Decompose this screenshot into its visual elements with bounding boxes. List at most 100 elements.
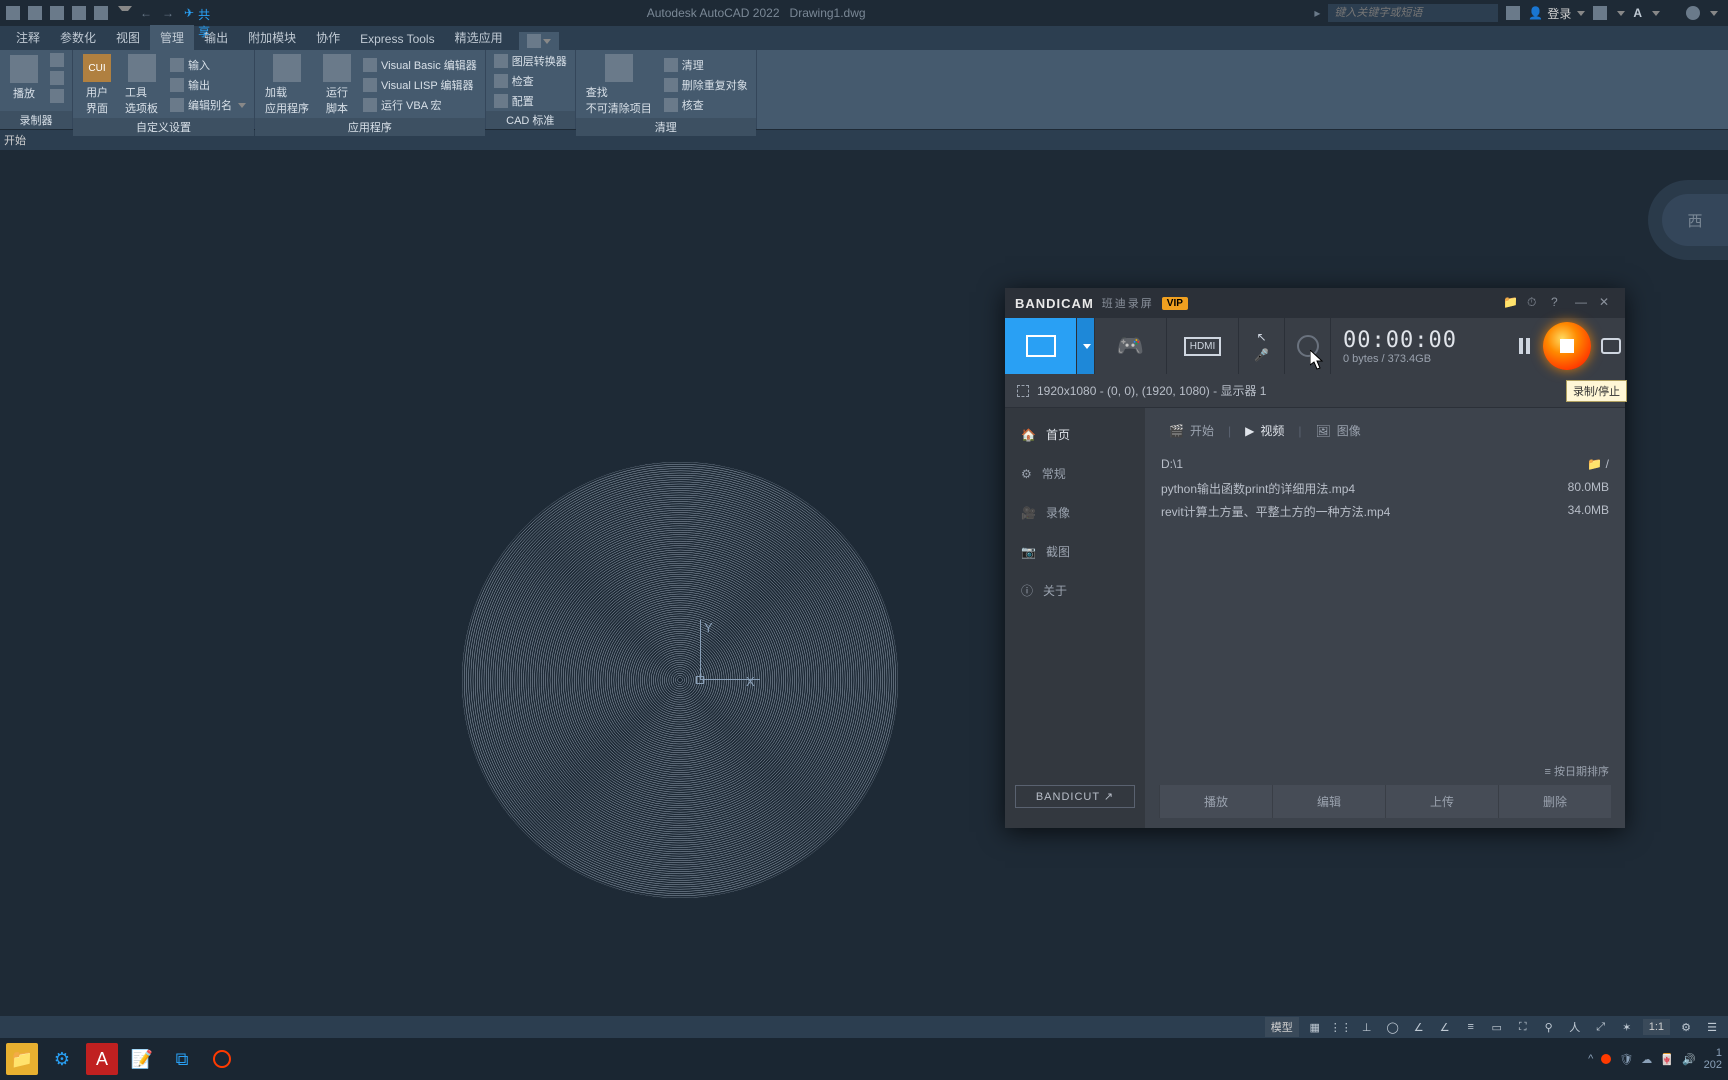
loadapp-button[interactable]: 加载 应用程序: [261, 52, 313, 118]
tab-output[interactable]: 输出: [194, 25, 238, 50]
game-mode-button[interactable]: 🎮: [1095, 318, 1167, 374]
record-button[interactable]: [1543, 322, 1591, 370]
alias-button[interactable]: 编辑别名: [168, 96, 248, 114]
purge-button[interactable]: 清理: [662, 56, 750, 74]
otrack-icon[interactable]: ∠: [1435, 1018, 1455, 1036]
autocad-taskbar-icon[interactable]: A: [86, 1043, 118, 1075]
tab-addins[interactable]: 附加模块: [238, 25, 306, 50]
note-icon[interactable]: 📝: [126, 1043, 158, 1075]
toolpalette-button[interactable]: 工具 选项板: [121, 52, 162, 118]
osnap-icon[interactable]: ∠: [1409, 1018, 1429, 1036]
sidebar-home[interactable]: 🏠首页: [1005, 418, 1145, 451]
qat-dropdown-icon[interactable]: [118, 6, 132, 20]
grid-icon[interactable]: ▦: [1305, 1018, 1325, 1036]
sidebar-general[interactable]: ⚙常规: [1005, 457, 1145, 490]
play-button[interactable]: 播放: [6, 53, 42, 103]
config-button[interactable]: 配置: [492, 92, 569, 110]
open-folder-button[interactable]: 📁 /: [1587, 457, 1609, 471]
lineweight-icon[interactable]: ≡: [1461, 1018, 1481, 1036]
tray-clock[interactable]: 1202: [1704, 1047, 1722, 1071]
scale-display[interactable]: 1:1: [1643, 1019, 1670, 1035]
screen-mode-dropdown[interactable]: [1077, 318, 1095, 374]
rec-opt2[interactable]: [48, 70, 66, 86]
screen-mode-button[interactable]: [1005, 318, 1077, 374]
tab-express[interactable]: Express Tools: [350, 28, 444, 50]
status-model[interactable]: 模型: [1265, 1017, 1299, 1037]
cart-icon[interactable]: [1593, 6, 1607, 20]
plot-icon[interactable]: [72, 6, 86, 20]
view-cube[interactable]: 西: [1648, 180, 1728, 260]
sidebar-about[interactable]: ⓘ关于: [1005, 574, 1145, 607]
tray-volume-icon[interactable]: 🔊: [1682, 1053, 1696, 1066]
sidebar-screenshot[interactable]: 📷截图: [1005, 535, 1145, 568]
cui-button[interactable]: CUI用户 界面: [79, 52, 115, 118]
redo-icon[interactable]: →: [162, 6, 176, 20]
main-tab-start[interactable]: 🎬开始: [1159, 418, 1224, 443]
tray-rec-icon[interactable]: [1601, 1054, 1611, 1064]
doc-tab-start[interactable]: 开始: [4, 132, 26, 148]
overkill-button[interactable]: 删除重复对象: [662, 76, 750, 94]
file-row[interactable]: python输出函数print的详细用法.mp4 80.0MB: [1159, 477, 1611, 500]
tray-shield-icon[interactable]: 🛡: [1619, 1053, 1633, 1066]
vbaeditor-button[interactable]: Visual Basic 编辑器: [361, 56, 479, 74]
runscript-button[interactable]: 运行 脚本: [319, 52, 355, 118]
file-row[interactable]: revit计算土方量、平整土方的一种方法.mp4 34.0MB: [1159, 500, 1611, 523]
sidebar-video[interactable]: 🎥录像: [1005, 496, 1145, 529]
vscode-icon[interactable]: ⧉: [166, 1043, 198, 1075]
tab-parametric[interactable]: 参数化: [50, 25, 106, 50]
search-icon[interactable]: [1506, 6, 1520, 20]
device-mode-button[interactable]: HDMI: [1167, 318, 1239, 374]
sc-icon[interactable]: ⛶: [1513, 1018, 1533, 1036]
autoscale-icon[interactable]: ⤢: [1591, 1018, 1611, 1036]
save-as-icon[interactable]: [28, 6, 42, 20]
import-button[interactable]: 输入: [168, 56, 248, 74]
transparency-icon[interactable]: ▭: [1487, 1018, 1507, 1036]
ortho-icon[interactable]: ⊥: [1357, 1018, 1377, 1036]
tab-manage[interactable]: 管理: [150, 25, 194, 50]
explorer-icon[interactable]: 📁: [6, 1043, 38, 1075]
autodesk-app-icon[interactable]: A: [1633, 6, 1642, 20]
check-button[interactable]: 检查: [492, 72, 569, 90]
help-icon[interactable]: [1686, 6, 1700, 20]
tray-up-icon[interactable]: ^: [1588, 1053, 1593, 1065]
login-button[interactable]: 👤 登录: [1528, 5, 1585, 22]
layertrans-button[interactable]: 图层转换器: [492, 52, 569, 70]
save-icon[interactable]: [6, 6, 20, 20]
folder-icon[interactable]: 📁: [1503, 295, 1519, 311]
runvba-button[interactable]: 运行 VBA 宏: [361, 96, 479, 114]
tray-input-icon[interactable]: 🀄: [1660, 1053, 1674, 1066]
main-tab-video[interactable]: ▶视频: [1235, 418, 1294, 443]
annoscale-icon[interactable]: 人: [1565, 1018, 1585, 1036]
pause-button[interactable]: [1519, 338, 1533, 354]
help-icon[interactable]: ?: [1551, 295, 1567, 311]
tab-collaborate[interactable]: 协作: [306, 25, 350, 50]
snapshot-button[interactable]: [1601, 338, 1621, 354]
menu-icon[interactable]: ☰: [1702, 1018, 1722, 1036]
rec-opt3[interactable]: [48, 88, 66, 104]
action-play[interactable]: 播放: [1159, 785, 1272, 818]
snap-icon[interactable]: ⋮⋮: [1331, 1018, 1351, 1036]
recording-indicator-icon[interactable]: [206, 1043, 238, 1075]
print-icon[interactable]: [94, 6, 108, 20]
settings-icon[interactable]: ⚙: [46, 1043, 78, 1075]
workspace-icon[interactable]: ✶: [1617, 1018, 1637, 1036]
export-button[interactable]: 输出: [168, 76, 248, 94]
close-icon[interactable]: ✕: [1599, 295, 1615, 311]
undo-icon[interactable]: ←: [140, 6, 154, 20]
action-edit[interactable]: 编辑: [1272, 785, 1385, 818]
share-button[interactable]: ✈ 共享: [184, 6, 198, 20]
action-upload[interactable]: 上传: [1385, 785, 1498, 818]
tray-cloud-icon[interactable]: ☁: [1641, 1053, 1652, 1066]
open-icon[interactable]: [50, 6, 64, 20]
tab-extra[interactable]: [519, 32, 559, 50]
audit-button[interactable]: 核查: [662, 96, 750, 114]
rec-opt1[interactable]: [48, 52, 66, 68]
timer-icon[interactable]: ⏱: [1527, 295, 1543, 311]
lispeditor-button[interactable]: Visual LISP 编辑器: [361, 76, 479, 94]
action-delete[interactable]: 删除: [1498, 785, 1611, 818]
sort-button[interactable]: ≡ 按日期排序: [1159, 757, 1611, 785]
tab-view[interactable]: 视图: [106, 25, 150, 50]
bandicam-titlebar[interactable]: BANDICAM 班迪录屏 VIP 📁 ⏱ ? — ✕: [1005, 288, 1625, 318]
tab-featured[interactable]: 精选应用: [445, 25, 513, 50]
bandicut-button[interactable]: BANDICUT ↗: [1015, 785, 1135, 808]
